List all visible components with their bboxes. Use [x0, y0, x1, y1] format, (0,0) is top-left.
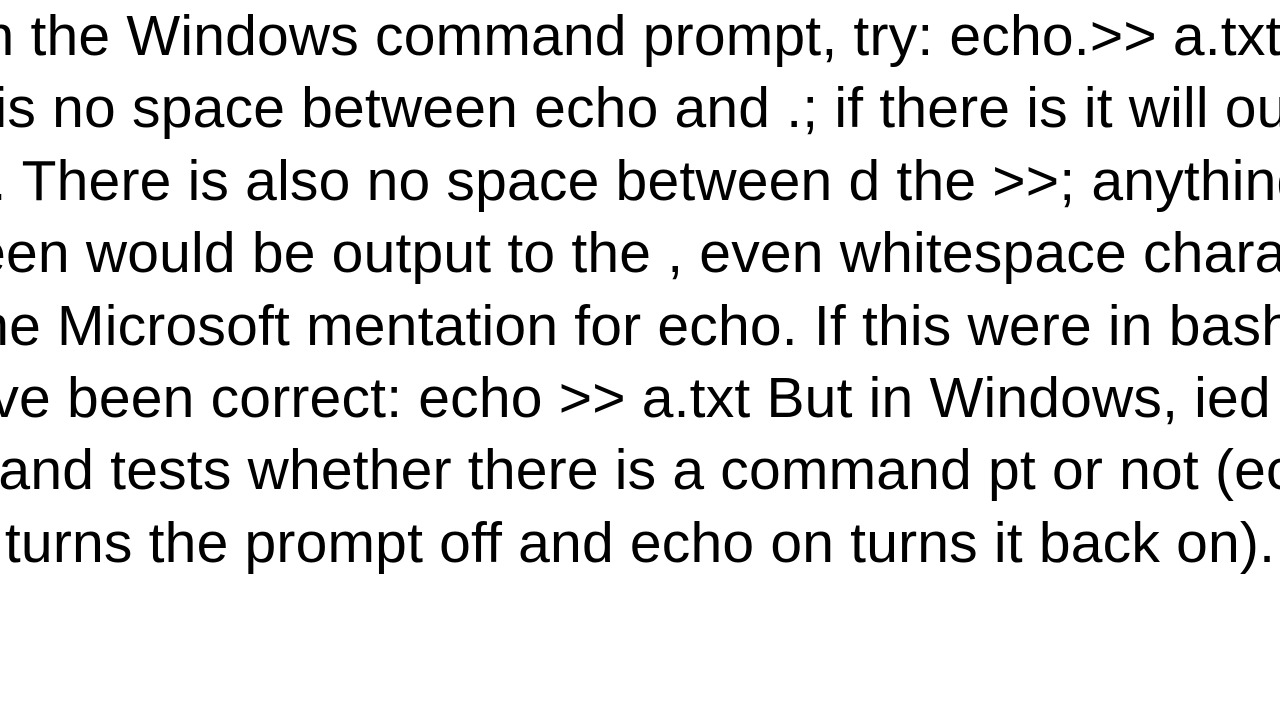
document-body-text: 1: In the Windows command prompt, try: e… [0, 0, 1280, 579]
